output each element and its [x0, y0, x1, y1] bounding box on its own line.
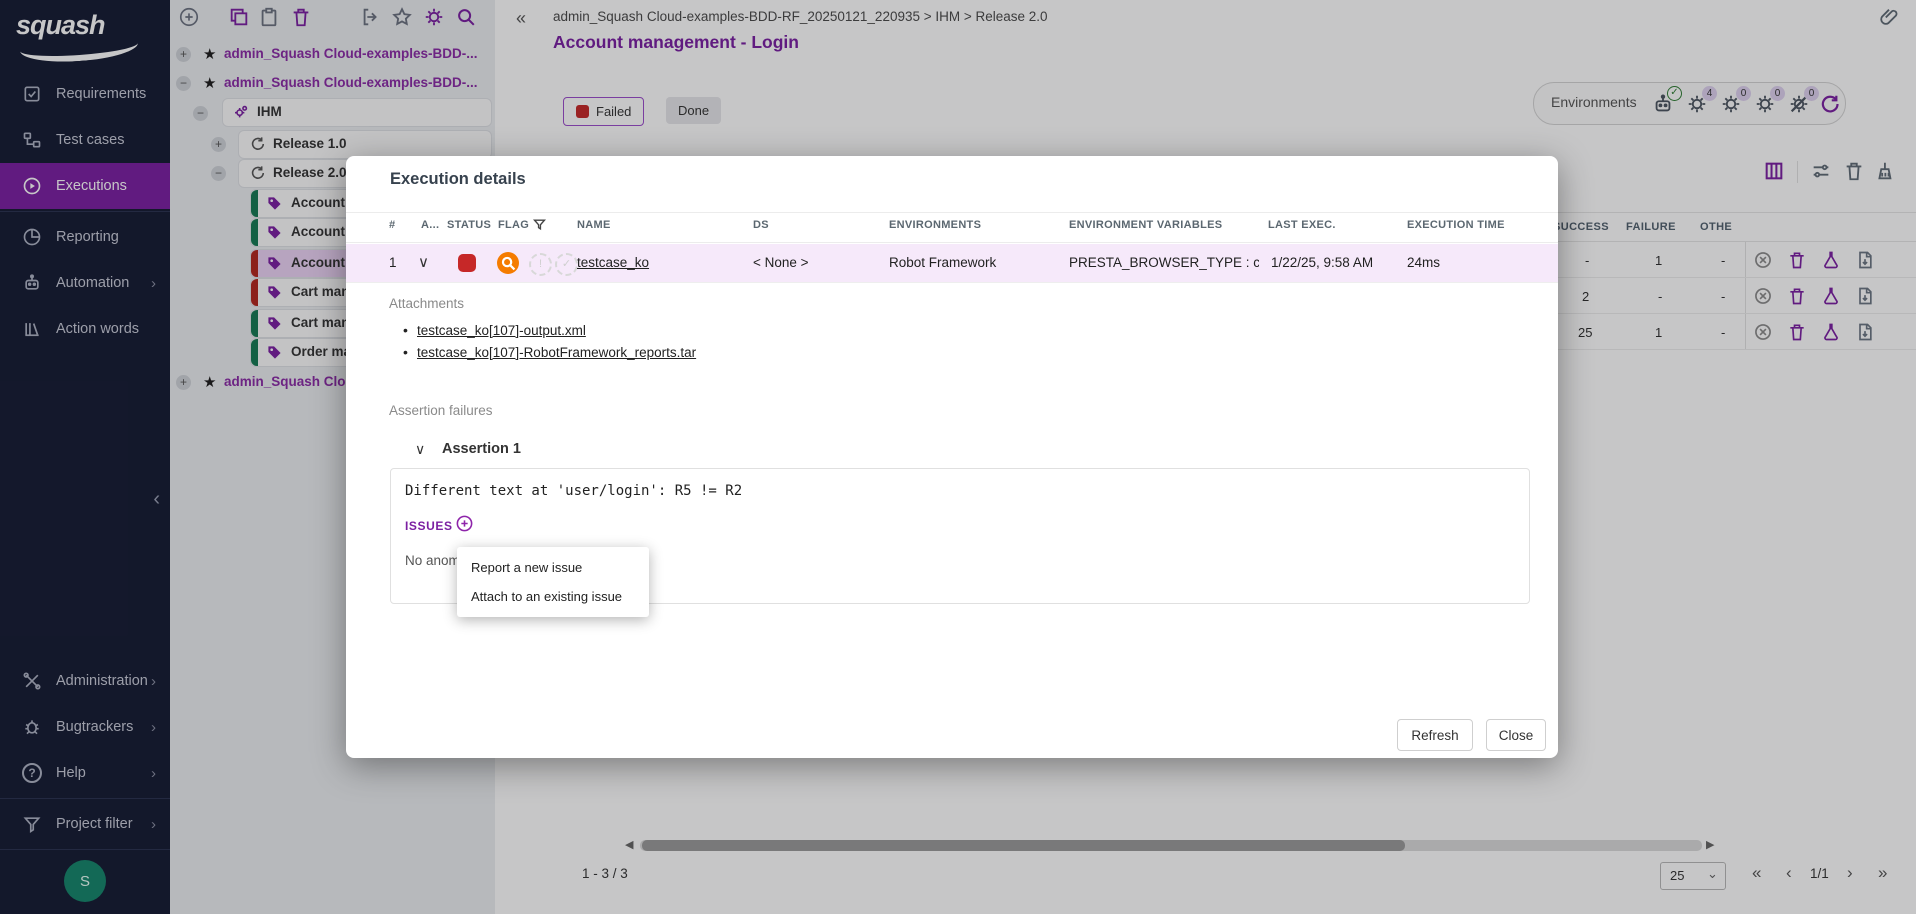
col-header-environments: ENVIRONMENTS — [889, 219, 981, 231]
row-chevron-down-icon[interactable]: ∨ — [418, 253, 429, 271]
col-header-name: NAME — [577, 219, 611, 231]
assertion-message: Different text at 'user/login': R5 != R2 — [405, 483, 742, 499]
col-header-last-exec: LAST EXEC. — [1268, 219, 1336, 231]
col-header-a: A... — [421, 219, 439, 231]
assertion-title: Assertion 1 — [442, 441, 521, 457]
refresh-button[interactable]: Refresh — [1397, 719, 1473, 751]
flag-check-disabled-icon[interactable]: ✓ — [555, 253, 578, 276]
close-button[interactable]: Close — [1486, 719, 1546, 751]
attachment-link[interactable]: testcase_ko[107]-RobotFramework_reports.… — [417, 345, 696, 360]
bullet-icon: • — [403, 344, 408, 360]
menu-item-report-new-issue[interactable]: Report a new issue — [457, 553, 649, 582]
attachments-label: Attachments — [389, 296, 464, 311]
cell-exec-time: 24ms — [1407, 255, 1440, 270]
add-issue-icon[interactable] — [455, 514, 474, 533]
status-failed-icon — [458, 254, 476, 272]
col-header-status: STATUS — [447, 219, 491, 231]
table-border — [346, 212, 1558, 213]
issues-context-menu: Report a new issue Attach to an existing… — [457, 547, 649, 617]
cell-env-vars: PRESTA_BROWSER_TYPE : chr... — [1069, 255, 1259, 270]
assertion-failures-label: Assertion failures — [389, 403, 493, 418]
execution-details-modal: Execution details # A... STATUS FLAG NAM… — [346, 156, 1558, 758]
col-header-env-vars: ENVIRONMENT VARIABLES — [1069, 219, 1222, 231]
attachment-link[interactable]: testcase_ko[107]-output.xml — [417, 323, 586, 338]
flag-review-icon[interactable] — [497, 252, 519, 274]
col-header-exec-time: EXECUTION TIME — [1407, 219, 1505, 231]
cell-ds: < None > — [753, 255, 809, 270]
col-header-ds: DS — [753, 219, 769, 231]
assertion-chevron-down-icon[interactable]: ∨ — [415, 441, 425, 458]
execution-name-link[interactable]: testcase_ko — [577, 255, 649, 270]
col-header-flag: FLAG — [498, 219, 529, 231]
table-border — [346, 242, 1558, 243]
issues-label: ISSUES — [405, 519, 453, 533]
cell-last-exec: 1/22/25, 9:58 AM — [1271, 255, 1373, 270]
menu-item-attach-existing-issue[interactable]: Attach to an existing issue — [457, 582, 649, 611]
modal-title: Execution details — [390, 170, 526, 189]
application-window: squash Requirements Test cases Execution… — [0, 0, 1916, 914]
refresh-button-label: Refresh — [1411, 728, 1458, 743]
flag-info-disabled-icon[interactable]: ! — [529, 253, 552, 276]
execution-row[interactable]: 1 ∨ ! ✓ testcase_ko < None > Robot Frame… — [346, 244, 1558, 283]
cell-num: 1 — [389, 255, 397, 270]
bullet-icon: • — [403, 322, 408, 338]
flag-filter-funnel-icon[interactable] — [532, 217, 547, 232]
cell-environments: Robot Framework — [889, 255, 996, 270]
close-button-label: Close — [1499, 728, 1534, 743]
col-header-num: # — [389, 219, 395, 231]
